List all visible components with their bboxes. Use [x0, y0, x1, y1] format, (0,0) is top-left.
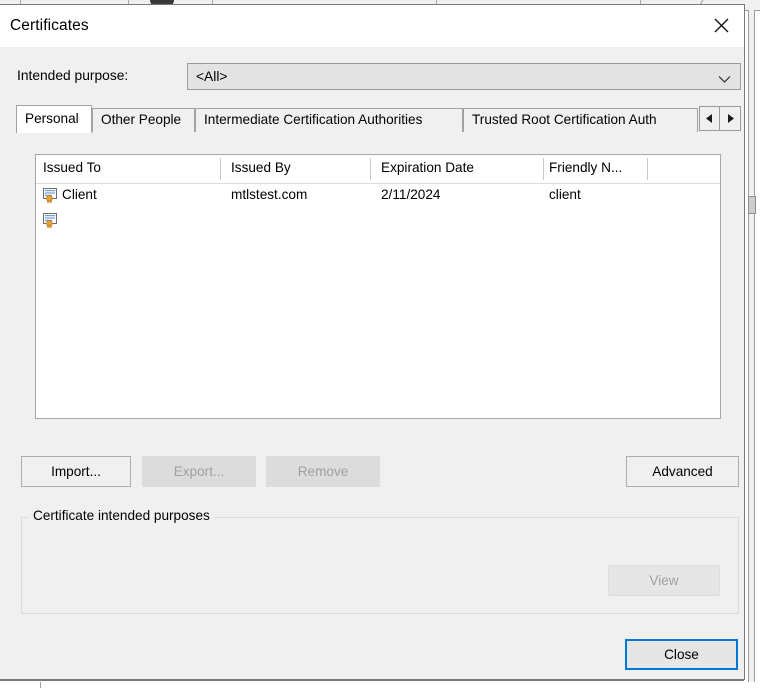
table-row[interactable]: [36, 209, 720, 234]
certificate-intended-purposes-label: Certificate intended purposes: [29, 508, 215, 523]
background-scrollbar: [748, 10, 755, 688]
certificate-icon: [43, 213, 59, 229]
background-bottom-divider: [40, 682, 41, 688]
tab-trusted-root-certification-authorities[interactable]: Trusted Root Certification Auth: [463, 108, 698, 132]
tab-personal[interactable]: Personal: [16, 105, 92, 133]
intended-purpose-value: <All>: [196, 69, 228, 84]
cell-expiration-date: 2/11/2024: [381, 187, 441, 202]
column-header-issued-by[interactable]: Issued By: [231, 160, 291, 175]
column-divider[interactable]: [220, 158, 221, 180]
cell-issued-by: mtlstest.com: [231, 187, 308, 202]
advanced-button[interactable]: Advanced: [626, 456, 739, 487]
listview-header: Issued To Issued By Expiration Date Frie…: [36, 155, 720, 184]
certificate-icon: [43, 188, 59, 204]
cell-issued-to: Client: [62, 187, 97, 202]
column-divider[interactable]: [543, 158, 544, 180]
certificates-dialog: Certificates Intended purpose: <All> Per…: [0, 4, 745, 681]
close-x-icon[interactable]: [698, 5, 744, 46]
dialog-titlebar: Certificates: [0, 5, 744, 47]
close-button[interactable]: Close: [625, 639, 738, 670]
view-button: View: [608, 565, 720, 596]
export-button: Export...: [142, 456, 256, 487]
column-header-friendly-name[interactable]: Friendly N...: [549, 160, 622, 175]
footer-divider: [0, 680, 744, 681]
column-divider[interactable]: [647, 158, 648, 180]
column-header-expiration-date[interactable]: Expiration Date: [381, 160, 474, 175]
intended-purpose-combobox[interactable]: <All>: [187, 63, 741, 90]
dialog-title: Certificates: [10, 17, 89, 34]
certificate-store-tabs: Personal Other People Intermediate Certi…: [16, 105, 741, 133]
tab-scroll-buttons: [699, 106, 741, 131]
certificate-listview[interactable]: Issued To Issued By Expiration Date Frie…: [35, 154, 721, 419]
cell-friendly-name: client: [549, 187, 581, 202]
triangle-left-icon[interactable]: [699, 106, 720, 131]
intended-purpose-label: Intended purpose:: [17, 68, 129, 83]
chevron-down-icon: [718, 72, 731, 87]
background-bottom-area: [0, 682, 760, 688]
remove-button: Remove: [266, 456, 380, 487]
tab-other-people[interactable]: Other People: [92, 108, 195, 132]
column-header-issued-to[interactable]: Issued To: [43, 160, 101, 175]
tab-intermediate-certification-authorities[interactable]: Intermediate Certification Authorities: [195, 108, 463, 132]
background-scrollbar-thumb: [748, 196, 756, 214]
column-divider[interactable]: [370, 158, 371, 180]
import-button[interactable]: Import...: [21, 456, 131, 487]
table-row[interactable]: Client mtlstest.com 2/11/2024 client: [36, 184, 720, 209]
triangle-right-icon[interactable]: [720, 106, 741, 131]
